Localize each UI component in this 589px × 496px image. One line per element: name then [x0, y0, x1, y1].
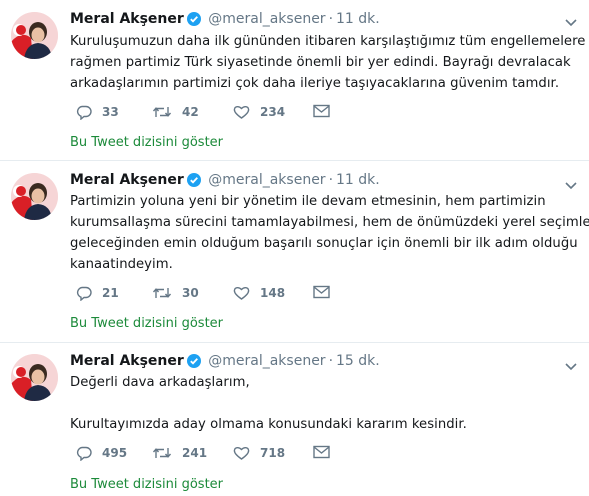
avatar-image: [11, 354, 58, 401]
direct-message-button[interactable]: [313, 104, 340, 118]
tweet-text: Kuruluşumuzun daha ilk gününden itibaren…: [70, 31, 586, 94]
separator-dot: ·: [328, 172, 334, 188]
tweet-text-line: Kuruluşumuzun daha ilk gününden itibaren…: [70, 34, 586, 49]
tweet-header: Meral Akşener @meral_aksener · 11 dk.: [70, 10, 380, 31]
heart-icon: [233, 105, 250, 119]
tweet-text-line: kurumsallaşma sürecini tamamlayabilmesi,…: [70, 215, 589, 230]
direct-message-button[interactable]: [313, 445, 340, 459]
retweet-button[interactable]: 42: [152, 104, 199, 120]
tweet-text-line: rağmen partimiz Türk siyasetinde önemli …: [70, 55, 571, 70]
retweet-icon: [152, 288, 172, 298]
retweet-button[interactable]: 241: [152, 445, 207, 461]
tweet-timestamp[interactable]: 11 dk.: [336, 11, 380, 27]
reply-icon: [76, 286, 92, 301]
reply-button[interactable]: 21: [76, 285, 119, 301]
tweet-text-line: kanaatindeyim.: [70, 257, 173, 272]
reply-icon: [76, 446, 92, 461]
reply-count: 21: [102, 286, 119, 300]
tweet-text-line: Değerli dava arkadaşlarım,: [70, 375, 250, 390]
envelope-icon: [313, 445, 330, 459]
author-handle[interactable]: @meral_aksener: [208, 353, 325, 369]
tweet-header: Meral Akşener @meral_aksener · 15 dk.: [70, 352, 380, 373]
tweet-text: Partimizin yoluna yeni bir yönetim ile d…: [70, 191, 589, 275]
separator-dot: ·: [328, 11, 334, 27]
like-count: 718: [260, 446, 286, 460]
like-button[interactable]: 148: [233, 285, 285, 301]
retweet-icon: [152, 448, 172, 458]
tweet-text-line: geleceğinden emin olduğum başarılı sonuç…: [70, 236, 578, 251]
like-count: 148: [260, 286, 286, 300]
envelope-icon: [313, 104, 330, 118]
author-name[interactable]: Meral Akşener: [70, 172, 184, 188]
tweet-text-line: arkadaşlarımın partimizi çok daha ileriy…: [70, 76, 560, 91]
retweet-count: 30: [182, 286, 199, 300]
tweet[interactable]: Meral Akşener @meral_aksener · 11 dk. Part…: [0, 161, 589, 343]
verified-badge-icon: [186, 173, 201, 192]
avatar[interactable]: [11, 12, 58, 59]
author-name[interactable]: Meral Akşener: [70, 11, 184, 27]
retweet-count: 42: [182, 105, 199, 119]
heart-icon: [233, 286, 250, 300]
tweet-text-line: Kurultayımızda aday olmama konusundaki k…: [70, 417, 467, 432]
envelope-icon: [313, 285, 330, 299]
show-thread-link[interactable]: Bu Tweet dizisini göster: [70, 477, 223, 492]
retweet-count: 241: [182, 446, 208, 460]
heart-icon: [233, 446, 250, 460]
tweet-timestamp[interactable]: 15 dk.: [336, 353, 380, 369]
show-thread-link[interactable]: Bu Tweet dizisini göster: [70, 135, 223, 150]
author-handle[interactable]: @meral_aksener: [208, 11, 325, 27]
tweet-text-line: [70, 393, 582, 414]
like-count: 234: [260, 105, 286, 119]
avatar[interactable]: [11, 354, 58, 401]
tweet-feed: Meral Akşener @meral_aksener · 11 dk. Kuru…: [0, 0, 589, 496]
reply-icon: [76, 105, 92, 120]
tweet-text: Değerli dava arkadaşlarım, Kurultayımızd…: [70, 372, 582, 435]
tweet[interactable]: Meral Akşener @meral_aksener · 11 dk. Kuru…: [0, 0, 589, 162]
verified-badge-icon: [186, 354, 201, 373]
retweet-icon: [152, 107, 172, 117]
verified-badge-icon: [186, 12, 201, 31]
avatar[interactable]: [11, 173, 58, 220]
like-button[interactable]: 718: [233, 445, 285, 461]
direct-message-button[interactable]: [313, 285, 340, 299]
like-button[interactable]: 234: [233, 104, 285, 120]
separator-dot: ·: [328, 353, 334, 369]
tweet-header: Meral Akşener @meral_aksener · 11 dk.: [70, 171, 380, 192]
tweet[interactable]: Meral Akşener @meral_aksener · 15 dk. Değe…: [0, 343, 589, 496]
chevron-down-icon[interactable]: [565, 12, 577, 31]
show-thread-link[interactable]: Bu Tweet dizisini göster: [70, 316, 223, 331]
author-name[interactable]: Meral Akşener: [70, 353, 184, 369]
reply-button[interactable]: 495: [76, 445, 127, 461]
tweet-timestamp[interactable]: 11 dk.: [336, 172, 380, 188]
retweet-button[interactable]: 30: [152, 285, 199, 301]
reply-count: 495: [102, 446, 128, 460]
tweet-text-line: Partimizin yoluna yeni bir yönetim ile d…: [70, 194, 546, 209]
avatar-image: [11, 12, 58, 59]
author-handle[interactable]: @meral_aksener: [208, 172, 325, 188]
reply-count: 33: [102, 105, 119, 119]
reply-button[interactable]: 33: [76, 104, 119, 120]
avatar-image: [11, 173, 58, 220]
